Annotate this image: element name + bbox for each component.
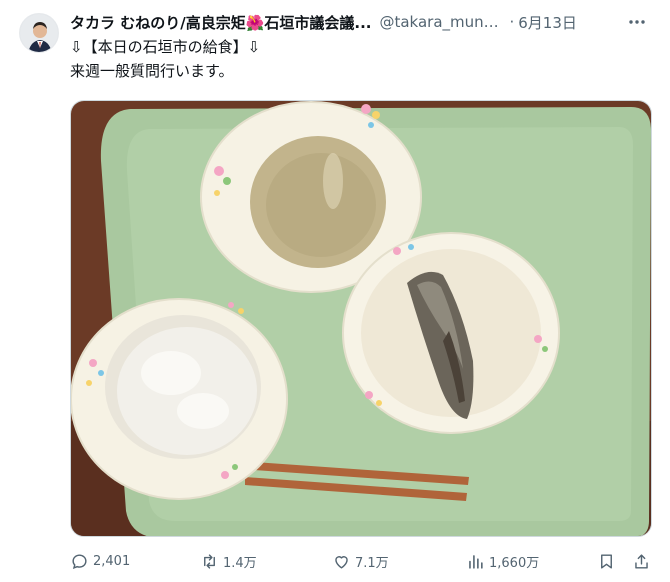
user-handle[interactable]: @takara_mune... — [379, 13, 505, 31]
share-icon — [635, 553, 648, 569]
view-count: 1,660万 — [489, 555, 540, 571]
separator-dot: · — [509, 13, 515, 31]
retweet-button[interactable]: 1.4万 — [200, 548, 257, 574]
tweet-actions: 2,401 1.4万 7.1万 1,660万 — [70, 548, 660, 574]
views-icon — [469, 554, 483, 569]
retweet-count: 1.4万 — [223, 555, 257, 571]
like-icon — [335, 555, 348, 569]
post-date[interactable]: 6月13日 — [518, 12, 577, 33]
views-button[interactable]: 1,660万 — [466, 548, 539, 574]
tweet[interactable]: タカラ むねのり/高良宗矩🌺石垣市議会議... @takara_mune... … — [0, 0, 670, 582]
avatar-photo — [20, 14, 58, 52]
retweet-icon — [204, 553, 215, 569]
tweet-text-line-1: ⇩【本日の石垣市の給食】⇩ — [70, 38, 261, 56]
bookmark-icon — [601, 553, 612, 569]
display-name[interactable]: タカラ むねのり/高良宗矩🌺石垣市議会議... — [70, 12, 371, 33]
reply-count: 2,401 — [93, 553, 131, 569]
reply-button[interactable]: 2,401 — [70, 548, 130, 574]
share-button[interactable] — [632, 548, 655, 574]
tweet-text-line-2: 来週一般質問行います。 — [70, 62, 234, 80]
tweet-photo[interactable] — [70, 100, 652, 537]
bookmark-button[interactable] — [597, 548, 620, 574]
tweet-header: タカラ むねのり/高良宗矩🌺石垣市議会議... @takara_mune... … — [70, 11, 660, 33]
like-button[interactable]: 7.1万 — [332, 548, 389, 574]
like-count: 7.1万 — [355, 555, 389, 571]
more-icon[interactable] — [626, 11, 648, 33]
school-lunch-photo — [71, 101, 651, 536]
avatar[interactable] — [19, 13, 59, 53]
reply-icon — [72, 553, 87, 569]
